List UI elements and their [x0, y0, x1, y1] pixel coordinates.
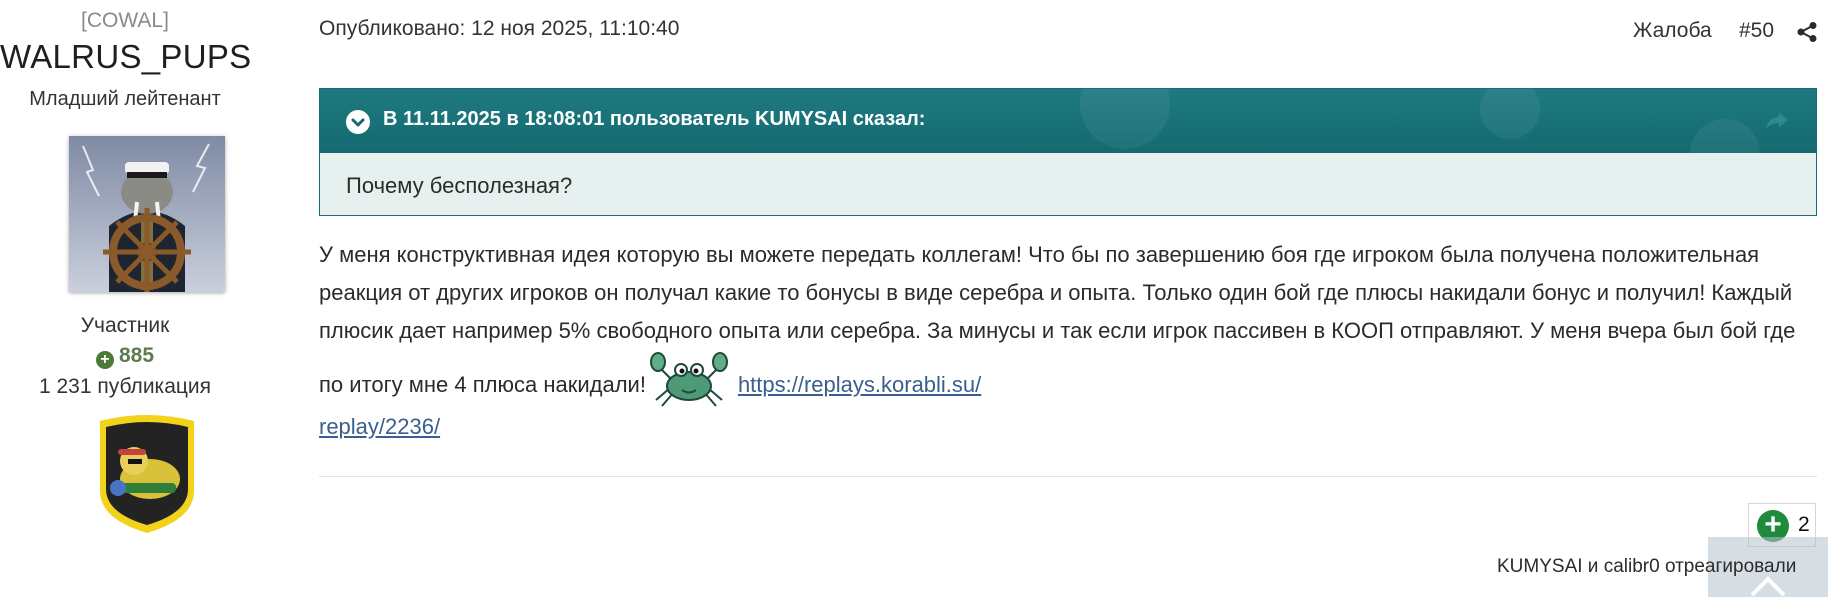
reputation-value: 885 [118, 344, 155, 367]
post-text: У меня конструктивная идея которую вы мо… [319, 242, 1796, 397]
user-rank: Младший лейтенант [29, 88, 221, 110]
reaction-count: 2 [1798, 513, 1810, 536]
divider [319, 476, 1817, 477]
achievement-badge [94, 413, 200, 535]
quote-block: В 11.11.2025 в 18:08:01 пользователь KUM… [319, 88, 1817, 216]
username[interactable]: WALRUS_PUPS [0, 38, 251, 76]
post-date: Опубликовано: 12 ноя 2025, 11:10:40 [319, 17, 680, 40]
clan-tag[interactable]: [COWAL] [0, 9, 250, 33]
avatar[interactable] [69, 136, 225, 292]
report-link[interactable]: Жалоба [1633, 19, 1712, 43]
plus-circle-icon: + [95, 351, 114, 369]
quote-header[interactable]: В 11.11.2025 в 18:08:01 пользователь KUM… [320, 89, 1816, 153]
quote-title: В 11.11.2025 в 18:08:01 пользователь KUM… [383, 108, 926, 130]
chevron-down-icon[interactable] [346, 110, 370, 134]
share-icon[interactable] [1796, 21, 1818, 43]
post-body: У меня конструктивная идея которую вы мо… [319, 236, 1819, 446]
crab-emoji [649, 350, 728, 408]
user-group: Участник [80, 314, 170, 337]
post-number-link[interactable]: #50 [1739, 19, 1774, 43]
reacted-users[interactable]: KUMYSAI и calibr0 отреагировали [1497, 556, 1796, 578]
reply-arrow-icon[interactable] [1764, 111, 1790, 131]
post-count: 1 231 публикация [38, 375, 212, 398]
quote-text: Почему бесполезная? [346, 173, 573, 198]
reputation: +885 [0, 344, 250, 369]
